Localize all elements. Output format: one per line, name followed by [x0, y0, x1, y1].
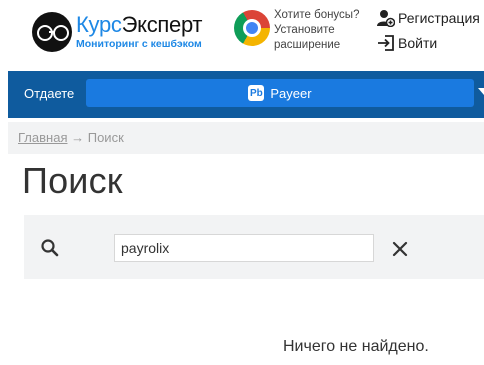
- breadcrumb-separator: →: [71, 130, 85, 145]
- page-title: Поиск: [22, 160, 123, 201]
- payeer-icon: Pb: [248, 85, 265, 101]
- close-icon[interactable]: [390, 239, 410, 259]
- no-results-message: Ничего не найдено.: [283, 338, 429, 355]
- promo-line-1: Хотите бонусы?: [274, 9, 360, 21]
- breadcrumb-home-link[interactable]: Главная: [18, 130, 67, 145]
- breadcrumb: Главная → Поиск: [18, 130, 124, 145]
- promo-line-2: Установите: [274, 24, 335, 36]
- promo-line-3: расширение: [274, 39, 341, 51]
- sign-in-icon: [378, 35, 394, 51]
- brand-name: КурсЭксперт: [76, 12, 203, 38]
- chevron-down-icon[interactable]: [478, 88, 484, 95]
- chrome-icon[interactable]: [234, 10, 270, 46]
- glasses-logo-icon: [32, 12, 72, 52]
- search-icon[interactable]: [40, 238, 60, 258]
- register-label: Регистрация: [398, 10, 480, 26]
- search-input[interactable]: [114, 234, 374, 262]
- register-link[interactable]: Регистрация: [377, 8, 480, 28]
- login-label: Войти: [398, 35, 438, 51]
- extension-promo[interactable]: Хотите бонусы? Установите расширение: [274, 8, 374, 53]
- login-link[interactable]: Войти: [377, 33, 437, 53]
- give-label: Отдаете: [24, 86, 75, 101]
- brand-tagline: Мониторинг с кешбэком: [76, 38, 202, 51]
- breadcrumb-current: Поиск: [87, 130, 124, 145]
- site-logo[interactable]: КурсЭксперт Мониторинг с кешбэком: [32, 8, 222, 56]
- currency-name: Payeer: [270, 85, 312, 101]
- give-currency-select[interactable]: Pb Payeer: [86, 79, 474, 107]
- user-add-icon: [377, 10, 395, 27]
